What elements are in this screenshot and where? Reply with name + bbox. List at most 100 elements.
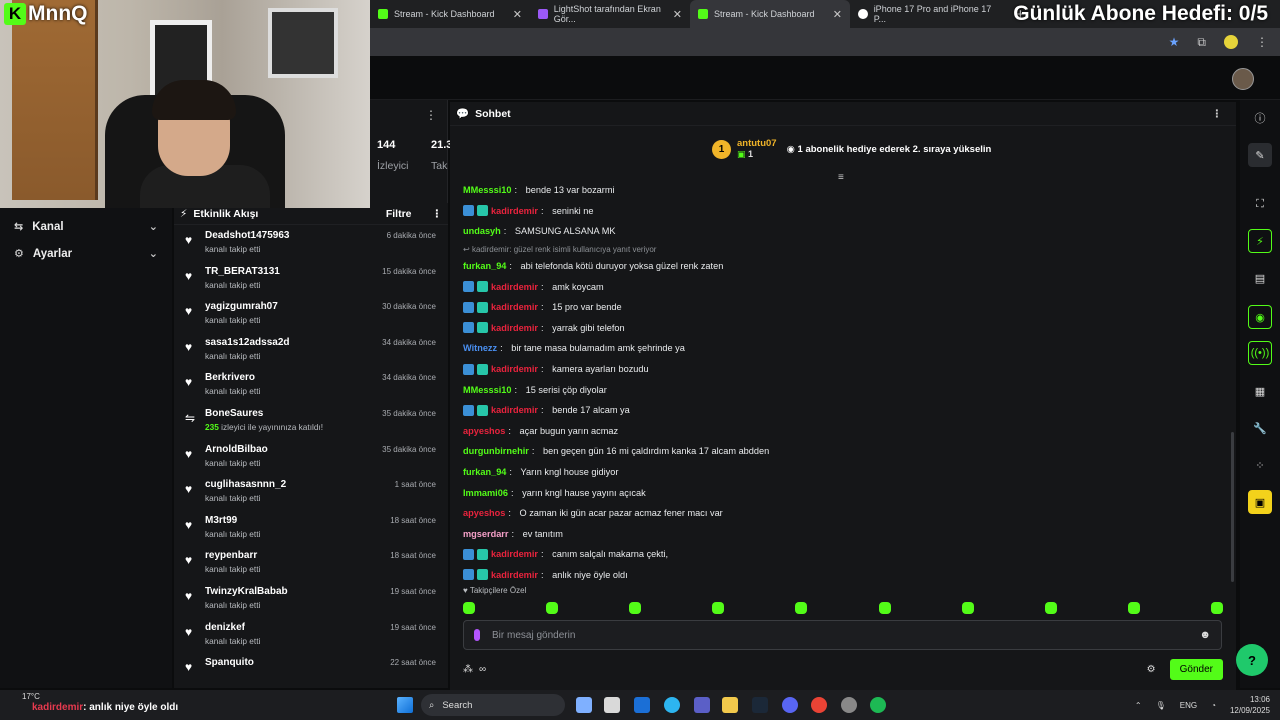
chat-message[interactable]: mgserdarr: ev tanıtım [463,524,1223,545]
connections-icon[interactable]: ⁘ [1248,453,1272,477]
emote-icon[interactable] [463,602,475,614]
help-button[interactable]: ? [1236,644,1268,676]
chat-username[interactable]: apyeshos [463,508,505,518]
app-icon[interactable] [841,697,857,713]
activity-item[interactable]: ♥ M3rt99 kanalı takip etti 18 saat önce [174,510,448,546]
chat-message[interactable]: undasyh: SAMSUNG ALSANA MK [463,221,1223,242]
avatar[interactable] [1232,68,1254,90]
chat-username[interactable]: kadirdemir [491,323,538,333]
wifi-icon[interactable]: ◔ [1211,701,1216,710]
spotify-icon[interactable] [870,697,886,713]
emote-icon[interactable] [712,602,725,614]
notes-icon[interactable]: ▤ [1248,266,1272,290]
activity-item[interactable]: ♥ TR_BERAT3131 kanalı takip etti 15 daki… [174,261,448,297]
browser-tab[interactable]: Stream - Kick Dashboard ✕ [370,0,530,28]
steam-icon[interactable] [752,697,768,713]
mic-icon[interactable] [474,629,480,641]
sidebar-item-ayarlar[interactable]: ⚙ Ayarlar ⌄ [0,240,172,267]
chat-message[interactable]: apyeshos: açar bugun yarın acmaz [463,421,1223,442]
browser-tab[interactable]: iPhone 17 Pro and iPhone 17 P... [850,0,1010,28]
chat-input[interactable]: Bir mesaj gönderin ☻ [463,620,1222,650]
chat-username[interactable]: furkan_94 [463,261,506,271]
edit-icon[interactable]: ✎ [1248,143,1272,167]
chat-message[interactable]: furkan_94: abi telefonda kötü duruyor yo… [463,256,1223,277]
chevron-up-icon[interactable]: ⌃ [1135,701,1142,710]
extensions-icon[interactable]: ⧉ [1197,35,1206,50]
activity-item[interactable]: ♥ yagizgumrah07 kanalı takip etti 30 dak… [174,296,448,332]
fullscreen-icon[interactable]: ⛶ [1248,192,1272,216]
activity-item[interactable]: ♥ TwinzyKralBabab kanalı takip etti 19 s… [174,581,448,617]
start-icon[interactable] [397,697,413,713]
emote-icon[interactable] [629,602,642,614]
gift-leaderboard[interactable]: 1 antutu07 ▣ 1 ◉ 1 abonelik hediye edere… [712,138,991,160]
mic-icon[interactable]: 🎙 [1156,701,1166,710]
chat-message[interactable]: kadirdemir: canım salçalı makarna çekti, [463,544,1223,565]
wrench-icon[interactable]: 🔧 [1248,416,1272,440]
emote-picker-icon[interactable]: ⁂ [463,664,473,675]
send-button[interactable]: Gönder [1169,658,1223,680]
browser-menu-icon[interactable]: ⋮ [1256,35,1268,49]
chat-message[interactable]: furkan_94: Yarın kngl house gidiyor [463,462,1223,483]
chat-message[interactable]: kadirdemir: amk koycam [463,276,1223,297]
bookmark-star-icon[interactable]: ★ [1169,35,1180,49]
chat-username[interactable]: kadirdemir [491,549,538,559]
discord-icon[interactable] [782,697,798,713]
layout-icon[interactable]: ▦ [1248,379,1272,403]
chat-message[interactable]: kadirdemir: yarrak gibi telefon [463,318,1223,339]
chat-message[interactable]: kadirdemir: anlık niye öyle oldı [463,565,1223,586]
infinity-icon[interactable]: ∞ [479,664,486,675]
activity-item[interactable]: ♥ denizkef kanalı takip etti 19 saat önc… [174,617,448,653]
task-view-icon[interactable] [576,697,592,713]
emote-icon[interactable] [878,602,891,614]
chat-username[interactable]: Immami06 [463,488,508,498]
close-icon[interactable]: ✕ [513,8,522,21]
more-icon[interactable]: ⋮ [1212,108,1223,120]
language-indicator[interactable]: ENG [1180,701,1197,710]
info-icon[interactable]: ⓘ [1248,106,1272,130]
chat-username[interactable]: MMesssi10 [463,185,512,195]
edge-icon[interactable] [664,697,680,713]
broadcast-icon[interactable]: ((•)) [1248,341,1272,365]
profile-icon[interactable] [1224,35,1238,49]
chat-username[interactable]: kadirdemir [491,206,538,216]
chat-username[interactable]: MMesssi10 [463,385,512,395]
chat-username[interactable]: Witnezz [463,343,497,353]
activity-item[interactable]: ⇋ BoneSaures 235 izleyici ile yayınınıza… [174,403,448,439]
filter-button[interactable]: Filtre [386,208,412,220]
emote-icon[interactable] [795,602,808,614]
clapper-icon[interactable]: ▣ [1248,490,1272,514]
activity-item[interactable]: ♥ Berkrivero kanalı takip etti 34 dakika… [174,367,448,403]
chat-message[interactable]: MMesssi10: 15 serisi çöp diyolar [463,379,1223,400]
chat-message[interactable]: kadirdemir: seninki ne [463,201,1223,222]
chat-username[interactable]: furkan_94 [463,467,506,477]
chat-message[interactable]: apyeshos: O zaman iki gün acar pazar acm… [463,503,1223,524]
chat-message[interactable]: kadirdemir: kamera ayarları bozudu [463,359,1223,380]
activity-item[interactable]: ♥ Deadshot1475963 kanalı takip etti 6 da… [174,225,448,261]
chat-username[interactable]: undasyh [463,226,501,236]
teams-icon[interactable] [694,697,710,713]
activity-item[interactable]: ♥ cuglihasasnnn_2 kanalı takip etti 1 sa… [174,474,448,510]
chat-username[interactable]: mgserdarr [463,529,508,539]
chat-username[interactable]: kadirdemir [491,282,538,292]
quick-actions-icon[interactable]: ⚡ [1248,229,1272,253]
browser-tab-active[interactable]: Stream - Kick Dashboard ✕ [690,0,850,28]
more-icon[interactable]: ⋮ [425,108,437,122]
close-icon[interactable]: ✕ [833,8,842,21]
chat-message[interactable]: Immami06: yarın kngl hause yayını açıcak [463,482,1223,503]
chat-icon[interactable]: ◉ [1248,305,1272,329]
browser-tab[interactable]: LightShot tarafından Ekran Gör... ✕ [530,0,690,28]
chat-username[interactable]: kadirdemir [491,364,538,374]
chat-message[interactable]: kadirdemir: bende 17 alcam ya [463,400,1223,421]
close-icon[interactable]: ✕ [673,8,682,21]
activity-item[interactable]: ♥ ArnoldBilbao kanalı takip etti 35 daki… [174,439,448,475]
chat-message[interactable]: kadirdemir: 15 pro var bende [463,297,1223,318]
emote-icon[interactable] [1044,602,1057,614]
chat-message[interactable]: MMesssi10: bende 13 var bozarmi [463,180,1223,201]
activity-item[interactable]: ♥ reypenbarr kanalı takip etti 18 saat ö… [174,545,448,581]
taskbar-search[interactable]: ⌕ Search [421,694,565,716]
emoji-icon[interactable]: ☻ [1199,629,1211,641]
emote-icon[interactable] [546,602,559,614]
chat-username[interactable]: kadirdemir [491,405,538,415]
chrome-icon[interactable] [811,697,827,713]
emote-icon[interactable] [1210,602,1223,614]
